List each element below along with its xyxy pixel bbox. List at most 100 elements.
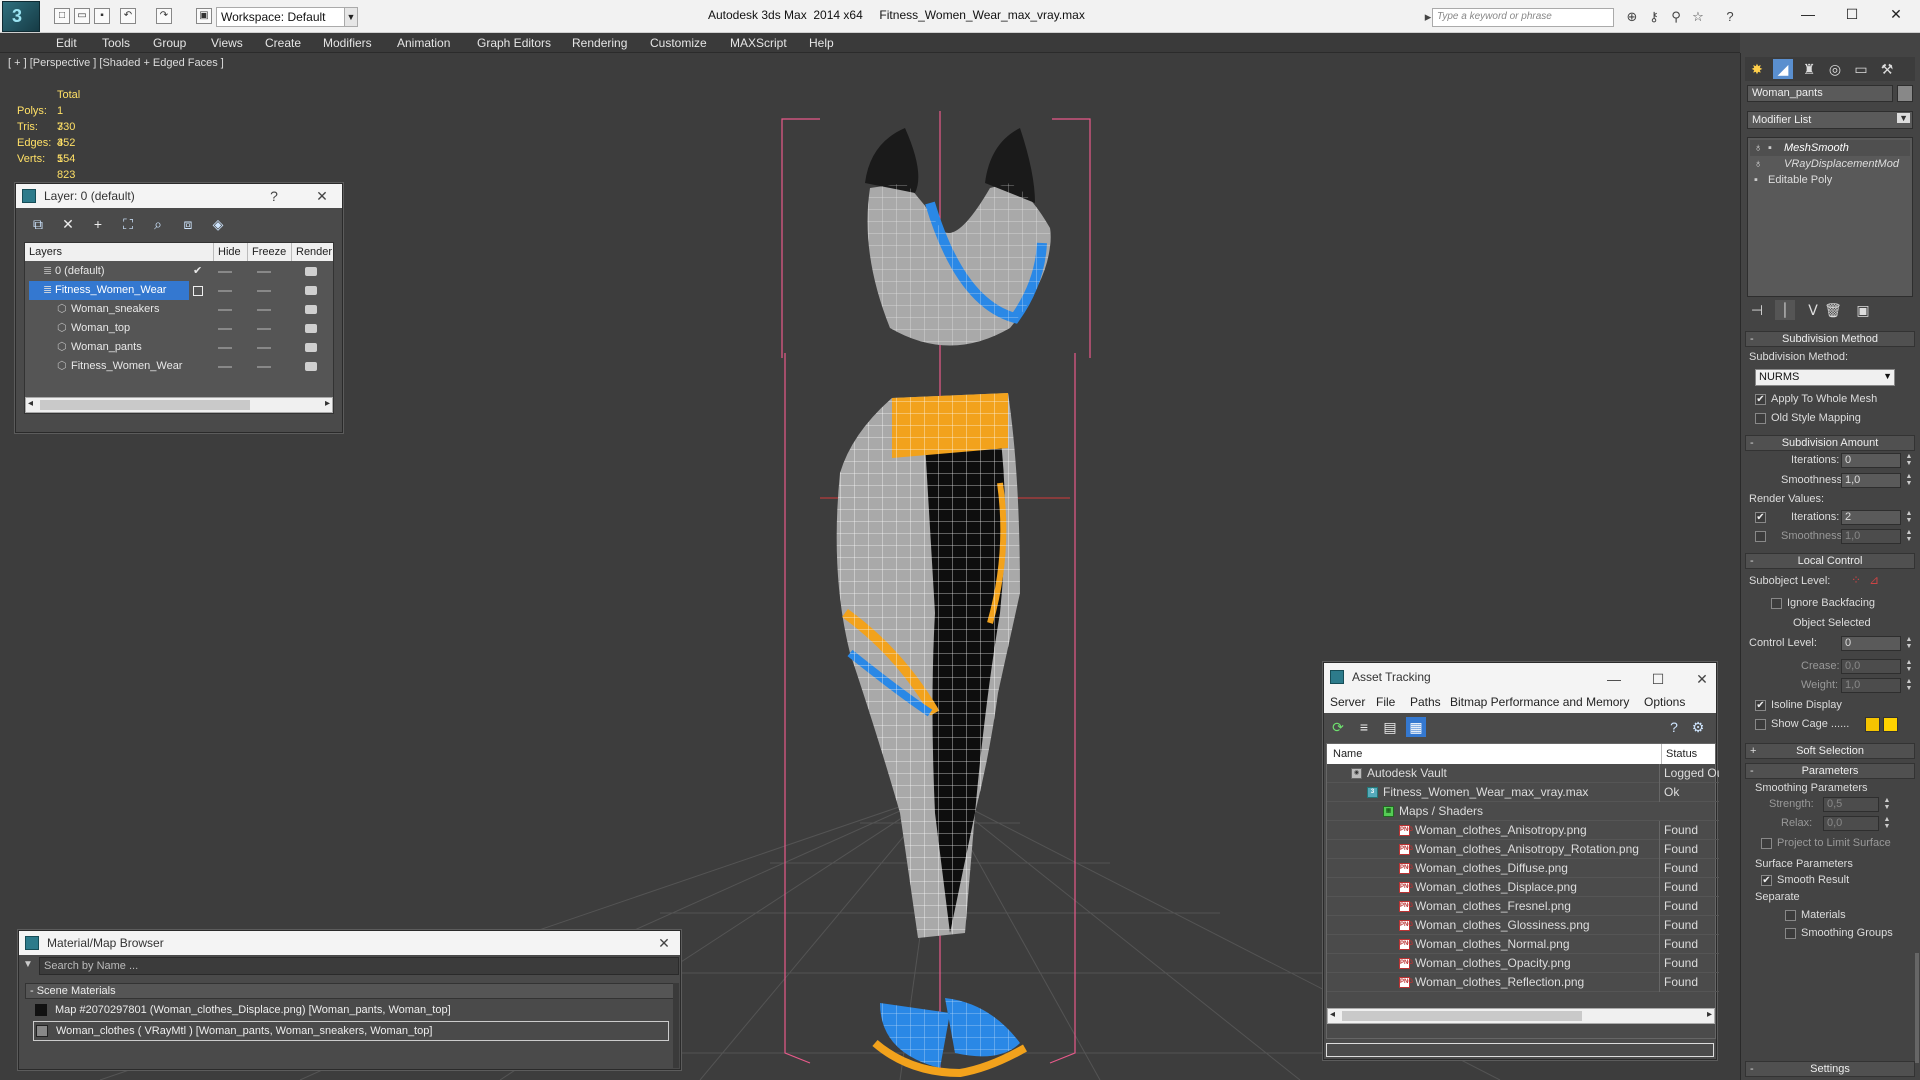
- render-teapot-icon[interactable]: [305, 267, 317, 276]
- material-search-input[interactable]: Search by Name ...: [39, 957, 679, 975]
- menu-options[interactable]: Options: [1644, 691, 1685, 713]
- viewport-label[interactable]: [ + ] [Perspective ] [Shaded + Edged Fac…: [8, 57, 224, 69]
- old-style-mapping-checkbox[interactable]: [1755, 413, 1766, 424]
- help-button[interactable]: ?: [262, 184, 286, 208]
- workspace-dropdown[interactable]: Workspace: Default: [216, 7, 352, 27]
- modify-tab-icon[interactable]: ◢: [1773, 59, 1793, 79]
- col-status[interactable]: Status: [1661, 744, 1697, 764]
- spinner-arrows-icon[interactable]: ▲ ▼: [1905, 510, 1913, 525]
- browser-menu-arrow-icon[interactable]: ▼: [23, 959, 33, 970]
- asset-row[interactable]: PNG Woman_clothes_Fresnel.png Found: [1327, 897, 1719, 916]
- close-icon[interactable]: ✕: [1876, 3, 1916, 25]
- expand-icon[interactable]: ▪: [1754, 172, 1758, 188]
- close-icon[interactable]: ✕: [652, 931, 676, 955]
- binoculars-icon[interactable]: ⊕: [1624, 9, 1640, 25]
- layer-manager-icon[interactable]: ⧉: [28, 214, 48, 234]
- cage-color-1-swatch[interactable]: [1865, 717, 1880, 732]
- lightbulb-icon[interactable]: ♁: [1754, 140, 1762, 156]
- scene-materials-group[interactable]: - Scene Materials: [25, 983, 675, 999]
- asset-row[interactable]: PNG Woman_clothes_Anisotropy_Rotation.png…: [1327, 840, 1719, 859]
- new-file-icon[interactable]: □: [54, 8, 70, 24]
- col-layers[interactable]: Layers: [29, 243, 62, 261]
- modifier-list-dropdown[interactable]: Modifier List ▼: [1747, 111, 1913, 129]
- settings-icon[interactable]: ⚙: [1688, 717, 1708, 737]
- help-icon[interactable]: ?: [1722, 9, 1738, 25]
- asset-row[interactable]: PNG Woman_clothes_Normal.png Found: [1327, 935, 1719, 954]
- separate-smoothing-groups-checkbox[interactable]: [1785, 928, 1796, 939]
- minimize-icon[interactable]: —: [1788, 3, 1828, 25]
- undo-icon[interactable]: ↶: [120, 8, 136, 24]
- close-icon[interactable]: ✕: [310, 184, 334, 208]
- utilities-tab-icon[interactable]: ⚒: [1877, 59, 1897, 79]
- project-folder-icon[interactable]: ▣: [196, 8, 212, 24]
- freeze-toggle[interactable]: [257, 290, 271, 292]
- minimize-icon[interactable]: —: [1602, 665, 1626, 689]
- ignore-backfacing-checkbox[interactable]: [1771, 598, 1782, 609]
- rollout-soft-selection[interactable]: + Soft Selection: [1745, 743, 1915, 759]
- render-smoothness-checkbox[interactable]: [1755, 531, 1766, 542]
- scroll-right-icon[interactable]: ▸: [325, 398, 330, 409]
- create-layer-icon[interactable]: +: [88, 214, 108, 234]
- hide-toggle[interactable]: [218, 328, 232, 330]
- menu-maxscript[interactable]: MAXScript: [730, 33, 787, 53]
- hide-toggle[interactable]: [218, 309, 232, 311]
- freeze-toggle[interactable]: [257, 366, 271, 368]
- menu-group[interactable]: Group: [153, 33, 186, 53]
- delete-layer-icon[interactable]: ✕: [58, 214, 78, 234]
- render-teapot-icon[interactable]: [305, 324, 317, 333]
- spinner-arrows-icon[interactable]: ▲ ▼: [1905, 473, 1913, 488]
- scroll-left-icon[interactable]: ◂: [1330, 1009, 1335, 1020]
- strength-spinner[interactable]: 0,5: [1823, 797, 1879, 812]
- subdivision-method-dropdown[interactable]: NURMS ▼: [1755, 369, 1895, 386]
- menu-customize[interactable]: Customize: [650, 33, 707, 53]
- asset-row[interactable]: ▦ Maps / Shaders: [1327, 802, 1719, 821]
- material-list-item[interactable]: Map #2070297801 (Woman_clothes_Displace.…: [33, 1001, 669, 1019]
- create-tab-icon[interactable]: ✸: [1747, 59, 1767, 79]
- hide-toggle[interactable]: [218, 366, 232, 368]
- layer-row[interactable]: ≣ Fitness_Women_Wear: [25, 281, 333, 300]
- scroll-thumb[interactable]: [1342, 1011, 1582, 1021]
- col-name[interactable]: Name: [1333, 744, 1362, 764]
- weight-spinner[interactable]: 1,0: [1841, 678, 1901, 693]
- spinner-arrows-icon[interactable]: ▲ ▼: [1883, 797, 1891, 812]
- open-file-icon[interactable]: ▭: [74, 8, 90, 24]
- render-teapot-icon[interactable]: [305, 362, 317, 371]
- menu-tools[interactable]: Tools: [102, 33, 130, 53]
- stack-item-meshsmooth[interactable]: ♁ ▪ MeshSmooth: [1750, 140, 1910, 156]
- render-iterations-spinner[interactable]: 2: [1841, 510, 1901, 525]
- pin-stack-icon[interactable]: ⊣: [1747, 300, 1767, 320]
- menu-modifiers[interactable]: Modifiers: [323, 33, 372, 53]
- rollout-local-control[interactable]: - Local Control: [1745, 553, 1915, 569]
- render-teapot-icon[interactable]: [305, 305, 317, 314]
- col-render[interactable]: Render: [291, 243, 332, 261]
- highlight-layer-icon[interactable]: ⧈: [178, 214, 198, 234]
- cage-color-2-swatch[interactable]: [1883, 717, 1898, 732]
- menu-edit[interactable]: Edit: [56, 33, 77, 53]
- spinner-arrows-icon[interactable]: ▲ ▼: [1905, 659, 1913, 674]
- comm-center-icon[interactable]: ⚲: [1668, 9, 1684, 25]
- layer-row[interactable]: ⬡ Woman_sneakers: [25, 300, 333, 319]
- hide-toggle[interactable]: [218, 347, 232, 349]
- render-iterations-checkbox[interactable]: ✔: [1755, 512, 1766, 523]
- command-panel-scrollbar[interactable]: [1915, 953, 1919, 1063]
- asset-row[interactable]: PNG Woman_clothes_Anisotropy.png Found: [1327, 821, 1719, 840]
- asset-row[interactable]: PNG Woman_clothes_Glossiness.png Found: [1327, 916, 1719, 935]
- spinner-arrows-icon[interactable]: ▲ ▼: [1883, 816, 1891, 831]
- object-color-swatch[interactable]: [1897, 85, 1913, 102]
- object-name-field[interactable]: Woman_pants: [1747, 85, 1893, 102]
- active-layer-check-icon[interactable]: ✔: [193, 262, 202, 281]
- freeze-toggle[interactable]: [257, 309, 271, 311]
- menu-bitmap-performance[interactable]: Bitmap Performance and Memory: [1450, 691, 1629, 713]
- crease-spinner[interactable]: 0,0: [1841, 659, 1901, 674]
- select-objects-icon[interactable]: ⌕: [148, 214, 168, 234]
- spinner-arrows-icon[interactable]: ▲ ▼: [1905, 453, 1913, 468]
- iterations-spinner[interactable]: 0: [1841, 453, 1901, 468]
- layer-row[interactable]: ⬡ Woman_pants: [25, 338, 333, 357]
- material-browser-titlebar[interactable]: Material/Map Browser ✕: [19, 931, 680, 955]
- col-hide[interactable]: Hide: [213, 243, 241, 261]
- menu-server[interactable]: Server: [1330, 691, 1365, 713]
- lightbulb-icon[interactable]: ♁: [1754, 156, 1762, 172]
- hierarchy-tab-icon[interactable]: ♜: [1799, 59, 1819, 79]
- add-to-layer-icon[interactable]: ⛶: [118, 214, 138, 234]
- asset-row[interactable]: ◉ Autodesk Vault Logged Out: [1327, 764, 1719, 783]
